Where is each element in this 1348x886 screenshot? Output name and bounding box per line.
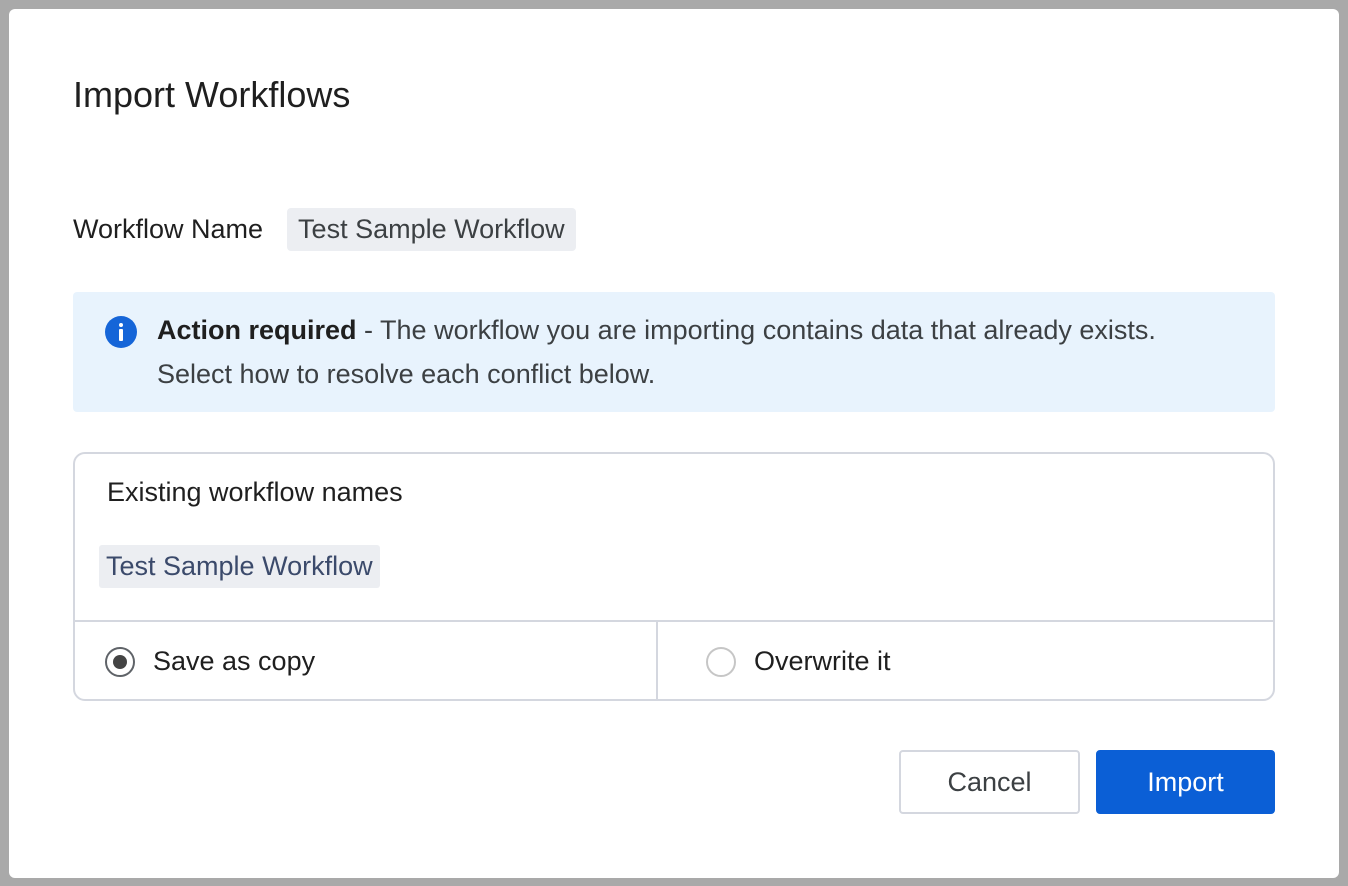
import-button[interactable]: Import xyxy=(1096,750,1275,814)
save-as-copy-radio[interactable] xyxy=(105,646,135,677)
overwrite-radio[interactable] xyxy=(706,646,736,677)
resolution-options: Save as copy Overwrite it xyxy=(75,620,1273,699)
overwrite-label: Overwrite it xyxy=(754,646,891,676)
workflow-name-row: Workflow Name Test Sample Workflow xyxy=(73,208,576,251)
workflow-name-value: Test Sample Workflow xyxy=(287,208,576,251)
dialog-title: Import Workflows xyxy=(73,74,351,115)
save-as-copy-option[interactable]: Save as copy xyxy=(75,622,658,699)
conflict-panel: Existing workflow names Test Sample Work… xyxy=(73,452,1275,701)
alert-message-line2: Select how to resolve each conflict belo… xyxy=(157,359,656,389)
conflict-item-chip: Test Sample Workflow xyxy=(99,545,380,588)
cancel-button[interactable]: Cancel xyxy=(899,750,1080,814)
conflict-heading: Existing workflow names xyxy=(107,477,403,507)
save-as-copy-label: Save as copy xyxy=(153,646,316,676)
workflow-name-label: Workflow Name xyxy=(73,214,264,244)
action-required-alert: Action required - The workflow you are i… xyxy=(73,292,1275,412)
alert-message-line1: - The workflow you are importing contain… xyxy=(356,315,1156,345)
alert-title: Action required xyxy=(157,315,357,345)
overwrite-option[interactable]: Overwrite it xyxy=(658,622,1273,699)
alert-message: Action required - The workflow you are i… xyxy=(157,308,1247,396)
info-icon xyxy=(105,316,137,348)
import-workflows-dialog: Import Workflows Workflow Name Test Samp… xyxy=(9,9,1339,878)
